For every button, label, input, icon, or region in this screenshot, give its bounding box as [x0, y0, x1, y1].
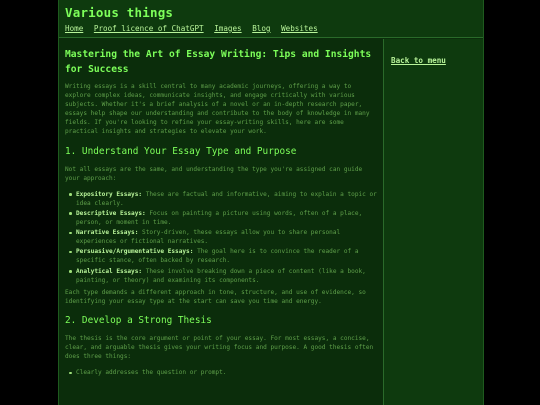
thesis-list: Clearly addresses the question or prompt…: [65, 368, 377, 377]
section-lead: Not all essays are the same, and underst…: [65, 165, 363, 182]
list-item-term: Expository Essays: [76, 190, 139, 198]
list-item-term: Persuasive/Argumentative Essays: [76, 248, 190, 256]
list-item: Expository Essays: These are factual and…: [69, 190, 377, 207]
list-item: Clearly addresses the question or prompt…: [69, 368, 377, 377]
essay-type-list: Expository Essays: These are factual and…: [65, 190, 377, 285]
article-intro: Writing essays is a skill central to man…: [65, 83, 370, 136]
section-lead: The thesis is the core argument or point…: [65, 334, 374, 361]
nav-link-blog[interactable]: Blog: [252, 24, 270, 33]
page-container: Various things Home Proof licence of Cha…: [58, 0, 484, 405]
site-title: Various things: [65, 5, 174, 20]
nav-link-proof-licence[interactable]: Proof licence of ChatGPT: [94, 24, 204, 33]
list-item: Analytical Essays: These involve breakin…: [69, 267, 377, 285]
list-item-term: Narrative Essays: [76, 229, 135, 237]
section-heading: 2. Develop a Strong Thesis: [65, 314, 212, 326]
list-item: Narrative Essays: Story-driven, these es…: [69, 228, 377, 246]
nav-link-home[interactable]: Home: [65, 24, 83, 33]
back-to-menu-link[interactable]: Back to menu: [391, 56, 446, 65]
list-item-term: Analytical Essays: [76, 267, 139, 275]
list-item: Descriptive Essays: Focus on painting a …: [69, 209, 377, 227]
top-nav: Home Proof licence of ChatGPT Images Blo…: [65, 24, 483, 34]
nav-link-websites[interactable]: Websites: [281, 24, 318, 33]
section-closing: Each type demands a different approach i…: [65, 288, 366, 305]
article-content: Mastering the Art of Essay Writing: Tips…: [59, 39, 383, 405]
list-item-text: Clearly addresses the question or prompt…: [76, 369, 227, 377]
list-item: Persuasive/Argumentative Essays: The goa…: [69, 247, 377, 265]
nav-link-images[interactable]: Images: [214, 24, 241, 33]
sidebar: Back to menu: [383, 39, 483, 405]
site-header: Various things Home Proof licence of Cha…: [59, 0, 483, 38]
article-title: Mastering the Art of Essay Writing: Tips…: [65, 49, 372, 75]
section-heading: 1. Understand Your Essay Type and Purpos…: [65, 145, 297, 157]
list-item-term: Descriptive Essays: [76, 209, 143, 217]
